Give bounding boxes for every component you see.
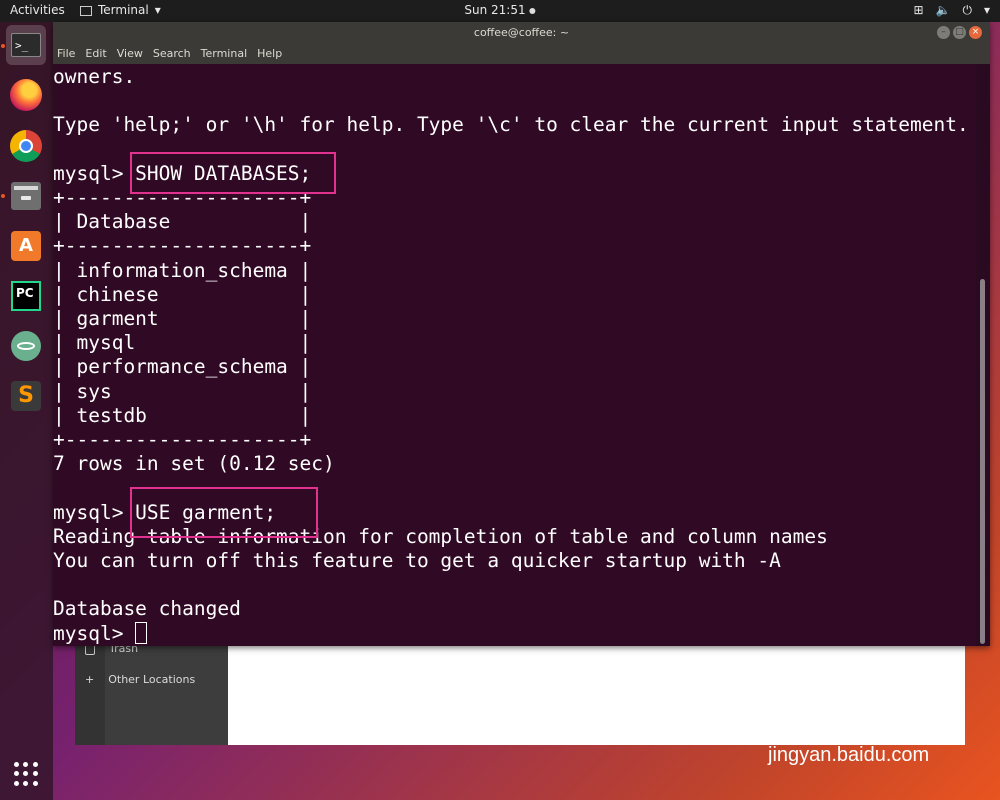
terminal-line: | sys |: [53, 379, 312, 403]
terminal-line: Type 'help;' or '\h' for help. Type '\c'…: [53, 113, 969, 137]
baidu-watermark: Bai 经验 jingyan.baidu.com: [768, 690, 929, 767]
terminal-line: | information_schema |: [53, 258, 312, 282]
terminal-line: mysql>: [53, 621, 148, 646]
menu-search[interactable]: Search: [153, 44, 191, 64]
top-bar: Activities Terminal ▾ Sun 21:51 ⊞ 🔈 ⏻ ▾: [0, 0, 1000, 22]
dock: >_ A PC S: [0, 22, 53, 800]
close-button[interactable]: ×: [969, 26, 982, 39]
files-sidebar: Trash + Other Locations: [75, 640, 228, 745]
app-menu-label: Terminal: [98, 3, 149, 17]
watermark-logo: Bai 经验: [768, 698, 913, 739]
window-title: coffee@coffee: ~: [473, 26, 570, 39]
dock-item-firefox[interactable]: [6, 75, 46, 115]
dock-item-chrome[interactable]: [6, 126, 46, 166]
dock-item-files[interactable]: [6, 176, 46, 216]
terminal-scrollbar[interactable]: [976, 64, 990, 646]
running-indicator: [1, 44, 5, 48]
maximize-button[interactable]: □: [953, 26, 966, 39]
highlight-box-show-databases: [130, 152, 336, 194]
terminal-line: | chinese |: [53, 282, 312, 306]
terminal-line: owners.: [53, 65, 136, 88]
menu-edit[interactable]: Edit: [85, 44, 106, 64]
terminal-line: +--------------------+: [53, 428, 312, 451]
notification-dot-icon: [529, 7, 536, 14]
dock-item-software[interactable]: A: [6, 226, 46, 266]
system-tray[interactable]: ⊞ 🔈 ⏻ ▾: [913, 3, 990, 18]
firefox-icon: [10, 79, 42, 111]
text-cursor: [135, 621, 148, 644]
volume-icon: 🔈: [935, 3, 951, 17]
clock[interactable]: Sun 21:51: [464, 3, 536, 17]
chevron-down-icon: ▾: [983, 3, 990, 17]
terminal-line: | testdb |: [53, 403, 312, 427]
dock-item-terminal[interactable]: >_: [6, 25, 46, 65]
chrome-icon: [10, 130, 42, 162]
running-indicator: [1, 194, 5, 198]
scrollbar-thumb[interactable]: [980, 279, 985, 644]
app-menu[interactable]: Terminal ▾: [80, 3, 161, 17]
chevron-down-icon: ▾: [154, 3, 161, 17]
power-icon: ⏻: [962, 3, 972, 17]
activities-button[interactable]: Activities: [10, 3, 65, 17]
sidebar-item-other-locations[interactable]: + Other Locations: [85, 673, 195, 686]
terminal-window[interactable]: coffee@coffee: ~ – □ × File Edit View Se…: [53, 22, 990, 646]
dock-item-sublime[interactable]: S: [6, 376, 46, 416]
network-icon: ⊞: [913, 3, 924, 17]
pycharm-icon: PC: [11, 281, 41, 311]
atom-icon: [11, 331, 41, 361]
window-titlebar[interactable]: coffee@coffee: ~ – □ ×: [53, 22, 990, 44]
terminal-app-icon: [80, 5, 92, 16]
dock-item-pycharm[interactable]: PC: [6, 276, 46, 316]
terminal-line: 7 rows in set (0.12 sec): [53, 452, 335, 476]
terminal-line: You can turn off this feature to get a q…: [53, 549, 781, 572]
terminal-line: | garment |: [53, 307, 312, 330]
software-center-icon: A: [11, 231, 41, 261]
clock-time: Sun 21:51: [464, 3, 526, 17]
terminal-line: +--------------------+: [53, 234, 312, 258]
menu-view[interactable]: View: [117, 44, 143, 64]
menu-help[interactable]: Help: [257, 44, 282, 64]
plus-icon: +: [85, 673, 95, 686]
terminal-menubar: File Edit View Search Terminal Help: [53, 44, 990, 64]
watermark-url: jingyan.baidu.com: [768, 744, 930, 766]
show-applications-icon[interactable]: [14, 762, 38, 786]
dock-item-atom[interactable]: [6, 326, 46, 366]
terminal-line: | mysql |: [53, 331, 312, 355]
menu-terminal[interactable]: Terminal: [201, 44, 248, 64]
highlight-box-use-garment: [130, 487, 318, 538]
terminal-line: Database changed: [53, 597, 241, 621]
terminal-line: | Database |: [53, 210, 312, 234]
sidebar-item-label: Other Locations: [108, 673, 196, 686]
sublime-text-icon: S: [11, 381, 41, 411]
menu-file[interactable]: File: [57, 44, 75, 64]
terminal-icon: >_: [11, 33, 41, 57]
terminal-line: | performance_schema |: [53, 355, 312, 379]
files-icon: [11, 182, 41, 210]
minimize-button[interactable]: –: [937, 26, 950, 39]
